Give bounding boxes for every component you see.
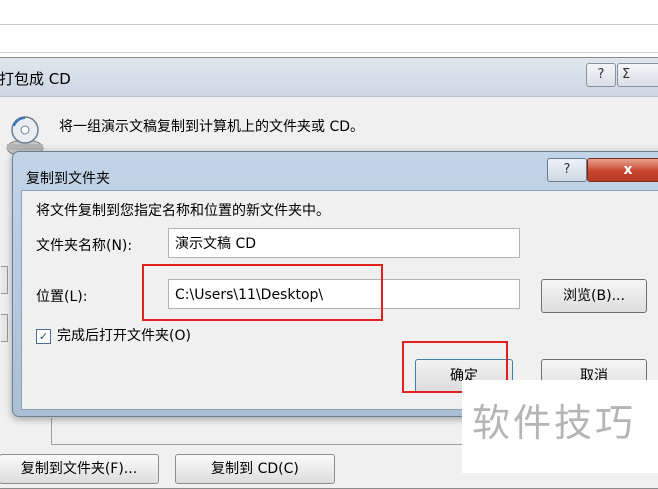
close-icon: x [623, 162, 633, 178]
hidden-control-edge [1, 266, 8, 294]
close-button[interactable]: Σ [617, 63, 658, 87]
browse-button[interactable]: 浏览(B)... [541, 279, 647, 313]
dialog-title-bar: 打包成 CD ? Σ [0, 58, 658, 97]
background-divider [0, 52, 658, 53]
folder-name-label: 文件夹名称(N): [36, 238, 133, 254]
close-icon: Σ [622, 67, 631, 82]
folder-name-input[interactable]: 演示文稿 CD [168, 228, 520, 258]
help-button[interactable]: ? [547, 158, 587, 182]
help-icon: ? [563, 162, 571, 177]
location-highlight-box [142, 264, 383, 321]
copy-to-cd-button[interactable]: 复制到 CD(C) [175, 454, 335, 484]
hidden-control-edge [1, 314, 8, 342]
list-frame [51, 418, 52, 445]
copy-to-folder-button[interactable]: 复制到文件夹(F)... [0, 454, 159, 484]
close-button[interactable]: x [587, 158, 658, 182]
open-folder-label[interactable]: 完成后打开文件夹(O) [57, 325, 191, 345]
dialog-description: 将一组演示文稿复制到计算机上的文件夹或 CD。 [59, 119, 365, 135]
checkbox-checked-icon: ✓ [38, 330, 49, 343]
dialog-title: 打包成 CD [0, 70, 71, 88]
location-label: 位置(L): [36, 289, 88, 305]
help-button[interactable]: ? [586, 63, 616, 87]
help-icon: ? [597, 67, 605, 82]
dialog-description: 将文件复制到您指定名称和位置的新文件夹中。 [36, 203, 330, 219]
background-divider [0, 24, 658, 25]
watermark-text: 软件技巧 [472, 401, 637, 445]
dialog-title: 复制到文件夹 [26, 171, 110, 187]
open-folder-checkbox[interactable]: ✓ [36, 329, 51, 344]
